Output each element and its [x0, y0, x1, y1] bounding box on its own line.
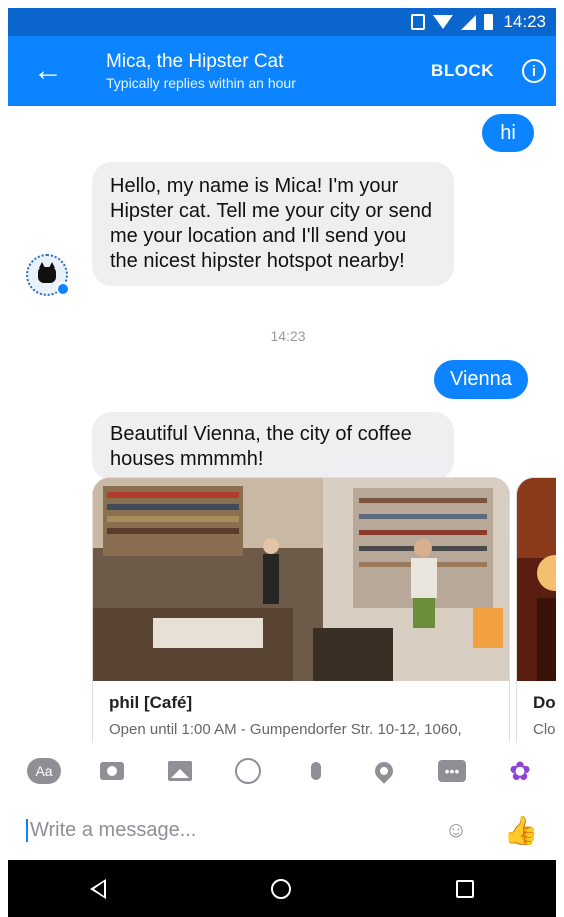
recent-apps-icon[interactable] [455, 879, 474, 898]
place-details: Open until 1:00 AM - Gumpendorfer Str. 1… [109, 721, 462, 738]
battery-icon [484, 14, 494, 30]
info-icon: i [531, 62, 537, 80]
place-photo [517, 478, 556, 681]
place-title: Don [533, 693, 556, 712]
system-navigation-bar [8, 860, 556, 917]
thumbs-up-icon: 👍 [503, 814, 539, 846]
place-card[interactable]: Don Clos [516, 477, 556, 742]
block-button[interactable]: BLOCK [431, 61, 494, 81]
microphone-icon [311, 762, 321, 780]
bot-avatar[interactable] [26, 254, 70, 296]
camera-icon [100, 762, 124, 780]
place-details: Clos [533, 721, 556, 738]
message-composer: ☺ 👍 [8, 800, 556, 860]
more-icon: ••• [438, 760, 466, 782]
chat-thread[interactable]: hi Hello, my name is Mica! I'm your Hips… [8, 106, 556, 742]
image-icon [168, 761, 192, 781]
apps-button[interactable]: ✿ [502, 753, 538, 789]
emoji-button[interactable] [230, 753, 266, 789]
back-button[interactable]: ← [8, 36, 88, 106]
emoji-icon [235, 758, 261, 784]
composer-toolbar: Aa ••• ✿ [8, 742, 556, 800]
more-button[interactable]: ••• [434, 753, 470, 789]
sticker-button[interactable]: ☺ [440, 814, 472, 846]
contact-name: Mica, the Hipster Cat [106, 51, 284, 72]
status-icons [411, 14, 494, 30]
like-button[interactable]: 👍 [503, 814, 539, 846]
location-icon [371, 758, 397, 784]
message-outgoing[interactable]: hi [482, 114, 534, 152]
messenger-badge-icon [56, 282, 70, 296]
vibrate-icon [411, 14, 426, 30]
text-format-button[interactable]: Aa [26, 753, 62, 789]
sticker-icon: ☺ [444, 817, 468, 842]
arrow-left-icon: ← [33, 54, 63, 87]
info-button[interactable]: i [522, 59, 546, 83]
cat-icon [38, 262, 56, 283]
conversation-header: ← Mica, the Hipster Cat Typically replie… [8, 36, 556, 106]
gallery-button[interactable] [162, 753, 198, 789]
camera-button[interactable] [94, 753, 130, 789]
message-outgoing[interactable]: Vienna [434, 360, 528, 399]
text-format-icon: Aa [27, 758, 61, 784]
place-card[interactable]: phil [Café] Open until 1:00 AM - Gumpend… [92, 477, 510, 742]
place-title: phil [Café] [109, 693, 193, 712]
back-triangle-icon[interactable] [90, 878, 107, 899]
location-button[interactable] [366, 753, 402, 789]
place-photo [93, 478, 509, 681]
cafe-photo-image [93, 478, 509, 681]
message-input[interactable] [26, 818, 440, 842]
message-timestamp: 14:23 [270, 328, 306, 344]
flower-icon: ✿ [509, 755, 531, 786]
wifi-icon [433, 15, 454, 29]
conversation-title-block[interactable]: Mica, the Hipster Cat Typically replies … [88, 51, 431, 91]
restaurant-photo-image [517, 478, 556, 681]
message-incoming[interactable]: Beautiful Vienna, the city of coffee hou… [92, 412, 454, 480]
signal-icon [461, 14, 477, 30]
home-circle-icon[interactable] [270, 878, 291, 899]
voice-button[interactable] [298, 753, 334, 789]
message-incoming[interactable]: Hello, my name is Mica! I'm your Hipster… [92, 162, 454, 286]
status-bar: 14:23 [8, 8, 556, 36]
reply-time-note: Typically replies within an hour [106, 75, 296, 91]
status-time: 14:23 [503, 12, 546, 31]
